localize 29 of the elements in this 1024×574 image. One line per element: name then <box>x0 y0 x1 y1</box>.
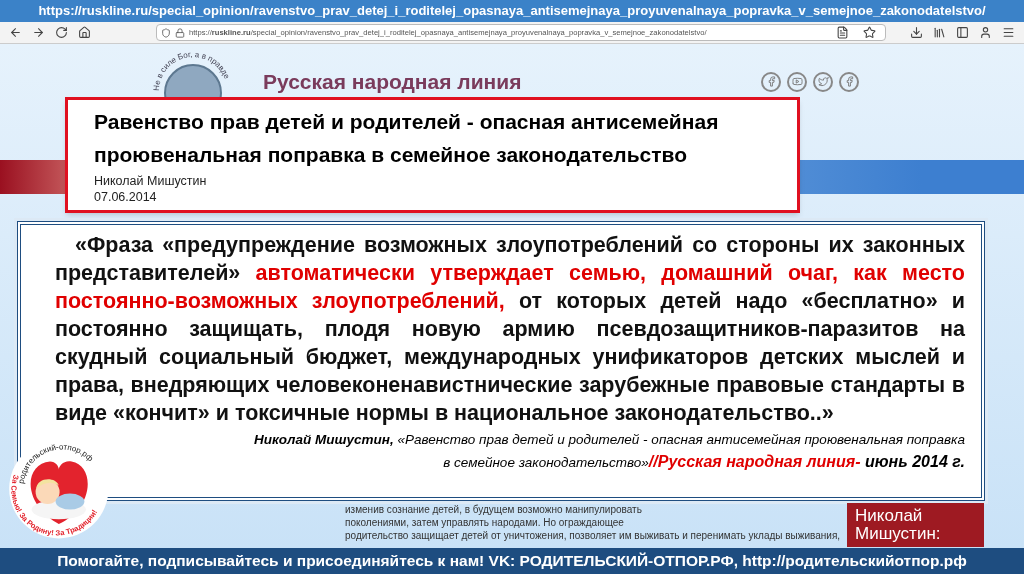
quote-citation: Николай Мишустин, «Равенство прав детей и родителей - опасная антисемейная проювенальная поправка в семейное законодательство»//Русская народная линия- июнь 2014 г. <box>253 431 965 472</box>
reload-button[interactable] <box>55 26 68 39</box>
forward-button[interactable] <box>32 26 45 39</box>
home-button[interactable] <box>78 26 91 39</box>
url-banner: https://ruskline.ru/special_opinion/ravenstvo_prav_detej_i_roditelej_opasnaya_antisemejnaya_proyuvenalnaya_popravka_v_semejnoe_zakonodatelstvo/ <box>0 0 1024 22</box>
article-body-line: изменив сознание детей, в будущем возможно манипулировать <box>345 503 642 516</box>
article-body-line: поколениями, затем управлять народами. Но ограждающее <box>345 516 624 529</box>
social-link-icon[interactable] <box>813 71 833 92</box>
sidebar-button[interactable] <box>956 26 969 39</box>
article-date: 07.06.2014 <box>94 189 158 205</box>
account-button[interactable] <box>979 26 992 39</box>
menu-button[interactable] <box>1002 26 1015 39</box>
social-link-icon[interactable] <box>839 71 859 92</box>
lock-icon <box>175 27 185 38</box>
social-link-icon[interactable] <box>787 71 807 92</box>
bookmark-button[interactable] <box>863 26 876 39</box>
author-side-box: Николай Мишустин: <box>847 503 984 547</box>
download-button[interactable] <box>910 26 923 39</box>
article-title: Равенство прав детей и родителей - опасная антисемейная проювенальная поправка в семейное законодательство <box>94 109 720 168</box>
article-body-line: родительство защищает детей от уничтожения, позволяет им выживать и перенимать уклады выживания, <box>345 529 841 542</box>
shield-icon <box>161 27 171 38</box>
reader-view-button[interactable] <box>836 26 849 39</box>
footer-banner: Помогайте, подписывайтесь и присоединяйтесь к нам! VK: РОДИТЕЛЬСКИЙ-ОТПОР.РФ, http://родительскийотпор.рф <box>0 548 1024 574</box>
site-title: Русская народная линия <box>263 68 522 95</box>
author-name: Николай Мишустин <box>94 173 208 189</box>
quote-text: «Фраза «предупреждение возможных злоупотреблений со стороны их законных представителей» автоматически утверждает семью, домашний очаг, как место постоянно-возможных злоупотреблений, от которых детей надо «бесплатно» и постоянно защищать, плодя новую армию псевдозащитников-паразитов на скудный социальный бюджет, международных унификаторов детских мыслей и права, внедряющих человеконенавистнические зарубежные правовые стандарты в виде «кончит» и токсичные нормы в национальное законодательство..» <box>55 232 965 427</box>
library-button[interactable] <box>933 26 946 39</box>
back-button[interactable] <box>9 26 22 39</box>
social-link-icon[interactable] <box>761 71 781 92</box>
